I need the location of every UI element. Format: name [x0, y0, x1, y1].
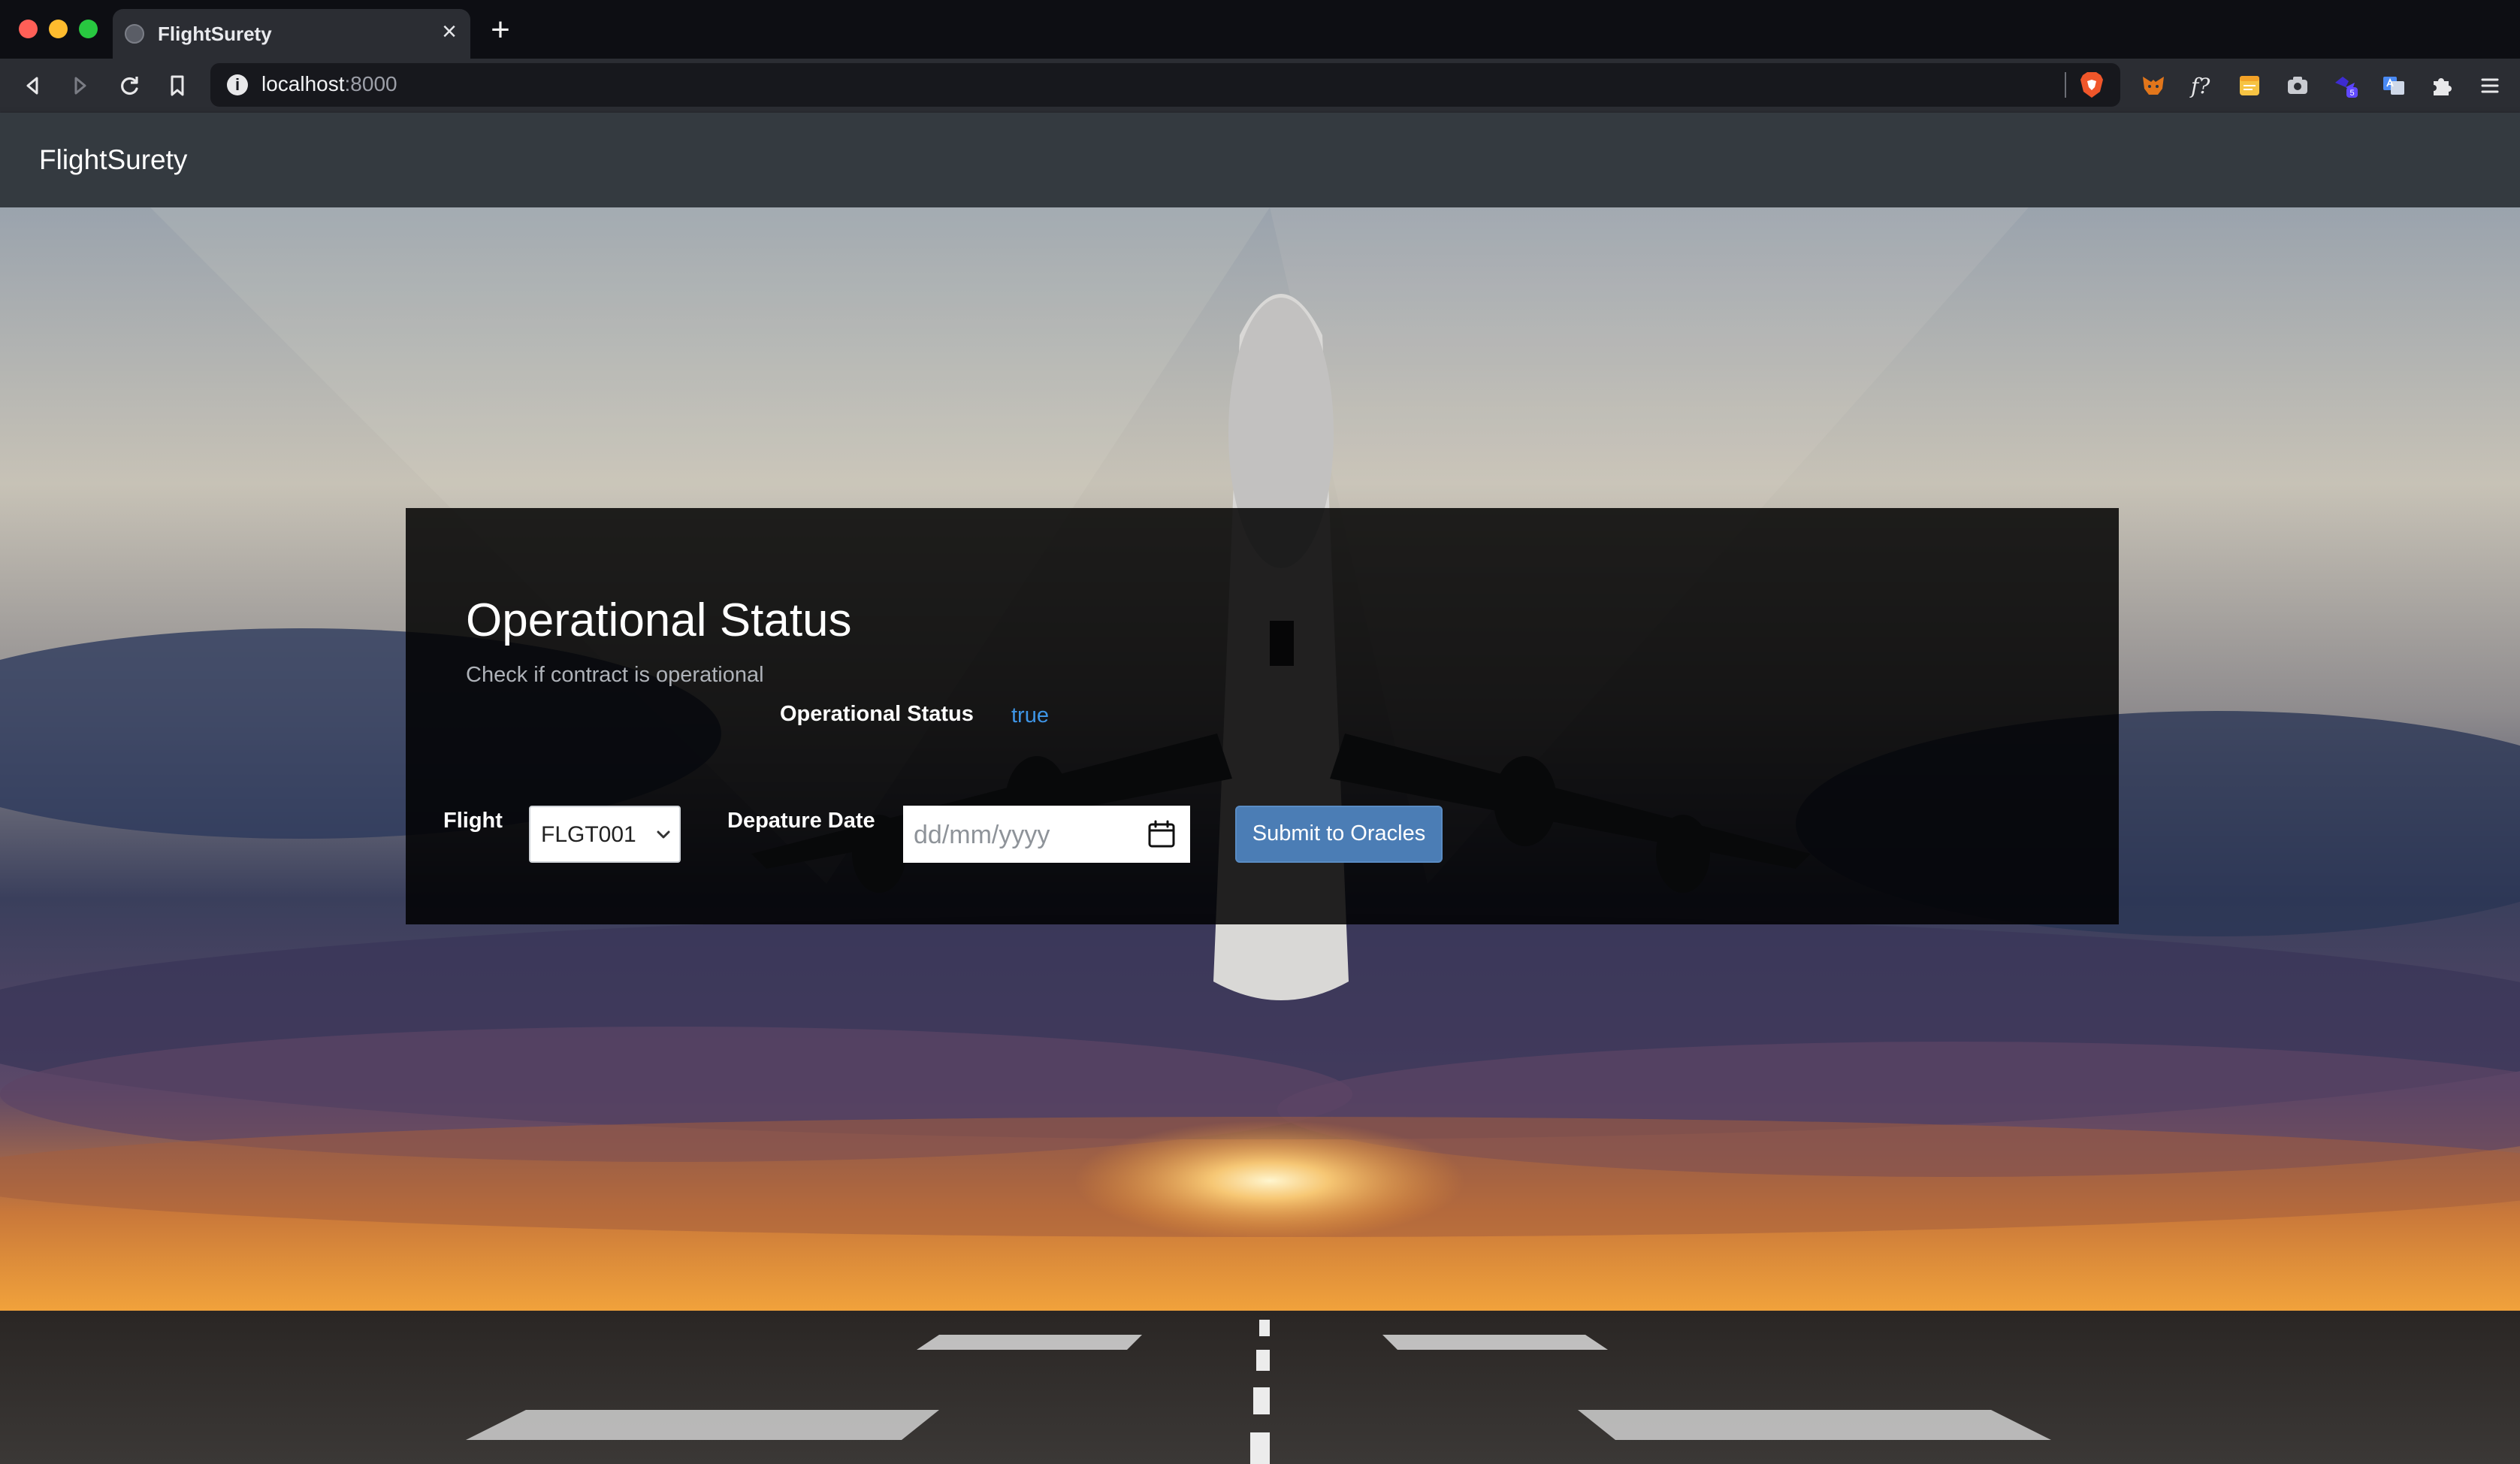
reload-icon[interactable] [113, 69, 146, 102]
flight-select-value: FLGT001 [541, 822, 636, 847]
menu-icon[interactable] [2476, 72, 2503, 99]
notes-icon[interactable] [2236, 72, 2263, 99]
back-icon[interactable] [17, 69, 50, 102]
operational-status-panel: Operational Status Check if contract is … [406, 508, 2119, 924]
calendar-icon[interactable] [1147, 819, 1177, 849]
flight-label: Flight [443, 809, 503, 833]
departure-date-input[interactable]: dd/mm/yyyy [903, 806, 1190, 863]
brand-link[interactable]: FlightSurety [39, 144, 187, 176]
brave-shields-icon[interactable] [2078, 71, 2105, 99]
forward-icon[interactable] [63, 69, 96, 102]
chevron-down-icon [657, 830, 670, 839]
puzzle-icon[interactable] [2428, 72, 2455, 99]
close-window-button[interactable] [19, 20, 38, 38]
function-icon[interactable]: f? [2188, 72, 2215, 99]
translate-icon[interactable] [2380, 72, 2407, 99]
panel-title: Operational Status [466, 594, 852, 646]
browser-toolbar: i localhost:8000 f? 5 [0, 59, 2520, 113]
date-placeholder: dd/mm/yyyy [914, 821, 1050, 849]
new-tab-button[interactable]: + [485, 14, 515, 47]
close-tab-icon[interactable]: × [436, 18, 463, 45]
bookmark-icon[interactable] [161, 69, 194, 102]
browser-tab-bar: FlightSurety × + [0, 0, 2520, 59]
panel-subtitle: Check if contract is operational [466, 663, 764, 687]
metamask-icon[interactable] [2140, 72, 2167, 99]
address-divider [2065, 72, 2066, 98]
url-port: :8000 [344, 72, 397, 95]
tab-title: FlightSurety [158, 23, 272, 45]
extension-badge-count: 5 [2349, 89, 2354, 98]
url-host: localhost [261, 72, 345, 95]
minimize-window-button[interactable] [49, 20, 68, 38]
extension-badge-icon[interactable]: 5 [2332, 72, 2359, 99]
submit-to-oracles-button[interactable]: Submit to Oracles [1235, 806, 1443, 863]
url-text: localhost:8000 [261, 72, 397, 96]
zoom-window-button[interactable] [79, 20, 98, 38]
address-bar[interactable]: i localhost:8000 [210, 63, 2120, 107]
status-label: Operational Status [780, 702, 974, 726]
globe-icon [125, 24, 144, 44]
browser-tab-active[interactable]: FlightSurety × [113, 9, 470, 59]
app-navbar: FlightSurety [0, 113, 2520, 207]
flight-select[interactable]: FLGT001 [529, 806, 681, 863]
status-value: true [1011, 703, 1049, 727]
svg-text:f?: f? [2189, 74, 2210, 98]
departure-date-label: Depature Date [727, 809, 875, 833]
camera-icon[interactable] [2284, 72, 2311, 99]
site-info-icon[interactable]: i [227, 74, 248, 95]
